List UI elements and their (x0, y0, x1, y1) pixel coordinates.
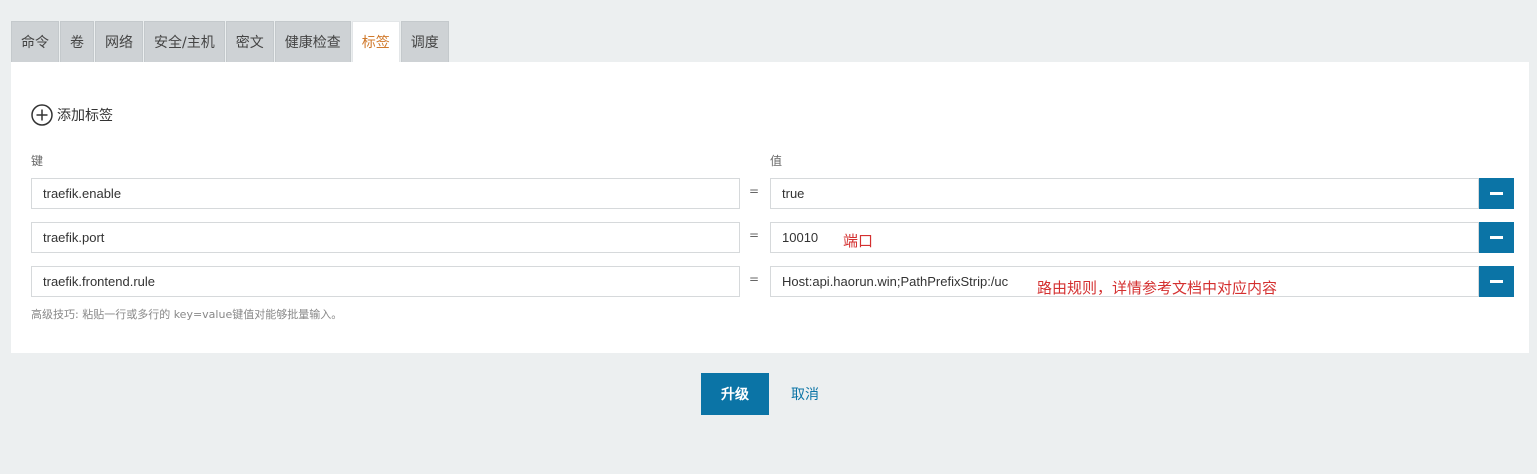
tab-secrets[interactable]: 密文 (225, 21, 274, 63)
key-column-header: 键 (31, 154, 44, 168)
minus-icon (1490, 192, 1503, 195)
cancel-link[interactable]: 取消 (791, 384, 819, 404)
tab-command[interactable]: 命令 (11, 21, 59, 63)
tab-volumes[interactable]: 卷 (60, 21, 94, 63)
tab-security-host[interactable]: 安全/主机 (144, 21, 225, 63)
label-value-input[interactable]: true (770, 178, 1479, 209)
value-column-header: 值 (770, 154, 783, 168)
batch-input-tip: 高级技巧: 粘贴一行或多行的 key=value键值对能够批量输入。 (31, 308, 343, 321)
equals-sign: = (749, 184, 760, 198)
rule-annotation: 路由规则，详情参考文档中对应内容 (1037, 279, 1278, 297)
label-value-input[interactable]: 10010 (770, 222, 1479, 253)
add-label-text: 添加标签 (57, 108, 113, 124)
tab-scheduling[interactable]: 调度 (400, 21, 449, 63)
minus-icon (1490, 236, 1503, 239)
equals-sign: = (749, 272, 760, 286)
upgrade-button[interactable]: 升级 (701, 373, 769, 415)
plus-circle-icon (31, 104, 53, 126)
minus-icon (1490, 280, 1503, 283)
remove-label-button[interactable] (1479, 178, 1514, 209)
add-label-button[interactable]: 添加标签 (31, 104, 113, 126)
label-key-input[interactable]: traefik.enable (31, 178, 740, 209)
labels-panel: 添加标签 键 值 traefik.enable = true traefik.p… (11, 62, 1529, 353)
remove-label-button[interactable] (1479, 266, 1514, 297)
tab-bar: 命令 卷 网络 安全/主机 密文 健康检查 标签 调度 (11, 21, 449, 63)
label-key-input[interactable]: traefik.port (31, 222, 740, 253)
remove-label-button[interactable] (1479, 222, 1514, 253)
port-annotation: 端口 (843, 232, 874, 250)
tab-health-check[interactable]: 健康检查 (274, 21, 351, 63)
label-key-input[interactable]: traefik.frontend.rule (31, 266, 740, 297)
equals-sign: = (749, 228, 760, 242)
tab-network[interactable]: 网络 (95, 21, 143, 63)
tab-labels[interactable]: 标签 (351, 21, 400, 63)
